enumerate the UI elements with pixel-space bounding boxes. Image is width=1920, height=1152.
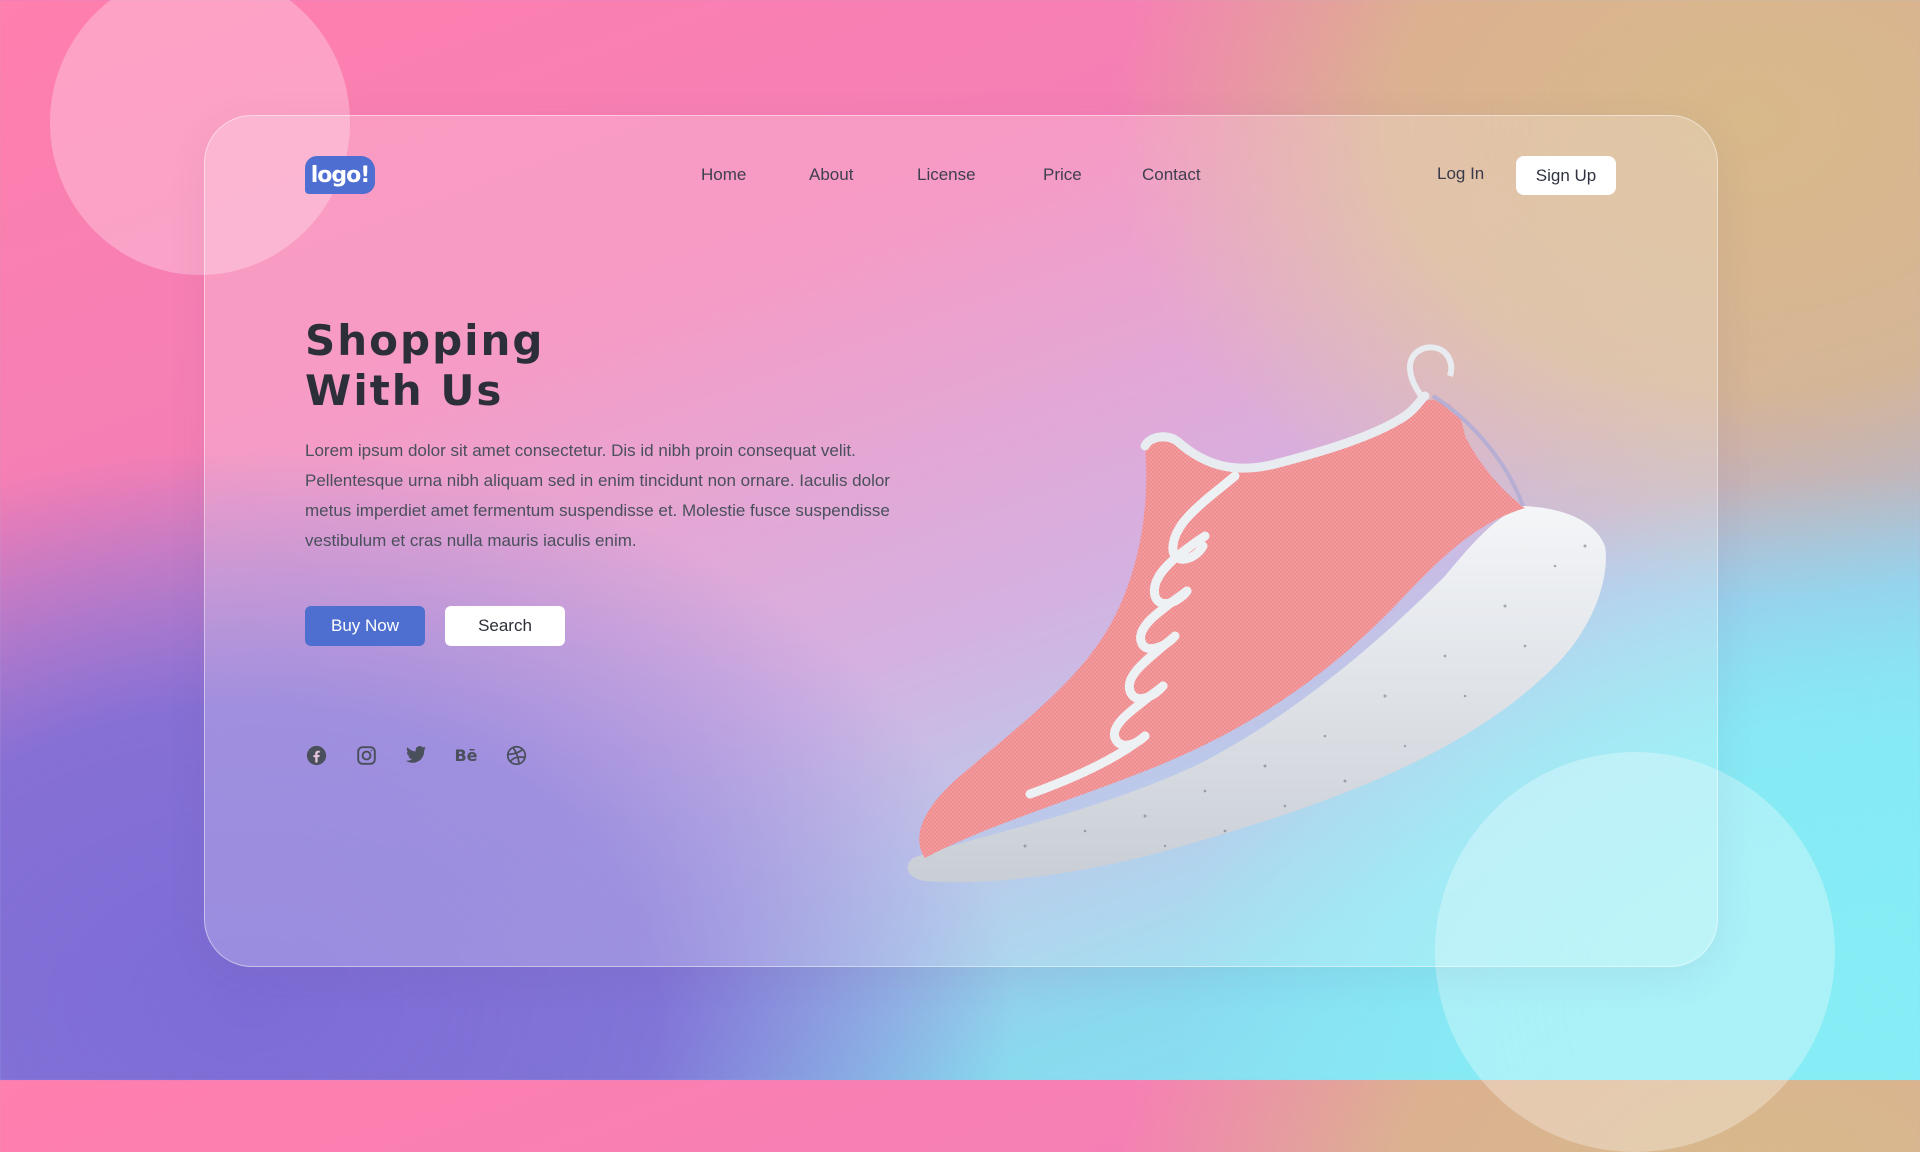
nav-home[interactable]: Home	[701, 165, 746, 185]
facebook-icon[interactable]	[305, 744, 327, 766]
instagram-icon[interactable]	[355, 744, 377, 766]
hero-card: logo! Home About License Price Contact L…	[204, 115, 1718, 967]
sneaker-product-image	[907, 344, 1606, 883]
buy-now-button[interactable]: Buy Now	[305, 606, 425, 646]
twitter-icon[interactable]	[405, 744, 427, 766]
signup-button[interactable]: Sign Up	[1516, 156, 1616, 195]
nav-price[interactable]: Price	[1043, 165, 1082, 185]
hero-title: Shopping With Us	[305, 316, 725, 416]
search-button[interactable]: Search	[445, 606, 565, 646]
nav-license[interactable]: License	[917, 165, 976, 185]
nav-about[interactable]: About	[809, 165, 853, 185]
behance-icon[interactable]: Bē	[453, 744, 479, 766]
nav-contact[interactable]: Contact	[1142, 165, 1201, 185]
hero-description: Lorem ipsum dolor sit amet consectetur. …	[305, 441, 890, 550]
hero-title-line-1: Shopping	[305, 316, 545, 365]
hero-title-line-2: With Us	[305, 366, 504, 415]
login-link[interactable]: Log In	[1437, 164, 1484, 184]
dribbble-icon[interactable]	[505, 744, 527, 766]
logo[interactable]: logo!	[305, 156, 375, 194]
